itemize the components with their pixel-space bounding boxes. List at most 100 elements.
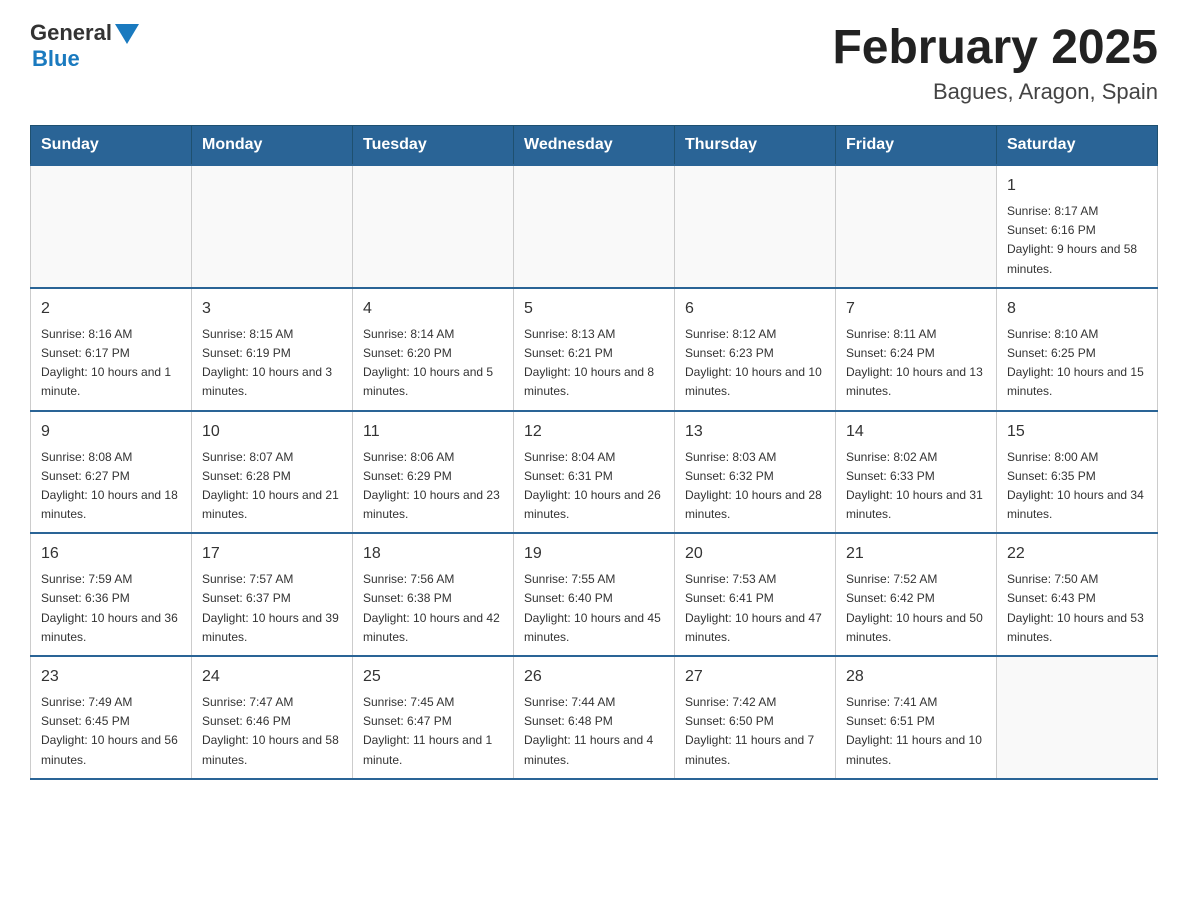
calendar-cell: 18 Sunrise: 7:56 AM Sunset: 6:38 PM Dayli… xyxy=(353,533,514,656)
day-info: Sunrise: 7:44 AM Sunset: 6:48 PM Dayligh… xyxy=(524,693,664,770)
calendar-cell: 12Sunrise: 8:04 AM Sunset: 6:31 PM Dayli… xyxy=(514,411,675,534)
day-info: Sunrise: 8:17 AM Sunset: 6:16 PM Dayligh… xyxy=(1007,202,1147,279)
weekday-header-monday: Monday xyxy=(192,126,353,166)
weekday-header-thursday: Thursday xyxy=(675,126,836,166)
calendar-cell: 24 Sunrise: 7:47 AM Sunset: 6:46 PM Dayli… xyxy=(192,656,353,779)
week-row-5: 23Sunrise: 7:49 AM Sunset: 6:45 PM Dayli… xyxy=(31,656,1158,779)
calendar-cell: 14 Sunrise: 8:02 AM Sunset: 6:33 PM Dayli… xyxy=(836,411,997,534)
calendar-cell xyxy=(353,165,514,288)
calendar-cell xyxy=(997,656,1158,779)
calendar-cell: 17 Sunrise: 7:57 AM Sunset: 6:37 PM Dayli… xyxy=(192,533,353,656)
day-number: 15 xyxy=(1007,420,1147,444)
day-info: Sunrise: 8:06 AM Sunset: 6:29 PM Dayligh… xyxy=(363,448,503,525)
weekday-header-sunday: Sunday xyxy=(31,126,192,166)
calendar-cell: 25 Sunrise: 7:45 AM Sunset: 6:47 PM Dayli… xyxy=(353,656,514,779)
calendar-cell xyxy=(514,165,675,288)
day-number: 19 xyxy=(524,542,664,566)
calendar-cell: 3 Sunrise: 8:15 AM Sunset: 6:19 PM Daylig… xyxy=(192,288,353,411)
logo-general-text: General xyxy=(30,20,112,46)
day-number: 10 xyxy=(202,420,342,444)
weekday-header-wednesday: Wednesday xyxy=(514,126,675,166)
calendar-cell: 1 Sunrise: 8:17 AM Sunset: 6:16 PM Daylig… xyxy=(997,165,1158,288)
day-number: 5 xyxy=(524,297,664,321)
day-number: 12 xyxy=(524,420,664,444)
day-info: Sunrise: 8:15 AM Sunset: 6:19 PM Dayligh… xyxy=(202,325,342,402)
day-info: Sunrise: 7:53 AM Sunset: 6:41 PM Dayligh… xyxy=(685,570,825,647)
calendar-cell xyxy=(31,165,192,288)
day-info: Sunrise: 8:12 AM Sunset: 6:23 PM Dayligh… xyxy=(685,325,825,402)
week-row-2: 2 Sunrise: 8:16 AM Sunset: 6:17 PM Daylig… xyxy=(31,288,1158,411)
day-info: Sunrise: 7:41 AM Sunset: 6:51 PM Dayligh… xyxy=(846,693,986,770)
day-number: 26 xyxy=(524,665,664,689)
calendar-cell: 5 Sunrise: 8:13 AM Sunset: 6:21 PM Daylig… xyxy=(514,288,675,411)
day-info: Sunrise: 7:50 AM Sunset: 6:43 PM Dayligh… xyxy=(1007,570,1147,647)
calendar-cell: 16 Sunrise: 7:59 AM Sunset: 6:36 PM Dayli… xyxy=(31,533,192,656)
day-number: 21 xyxy=(846,542,986,566)
calendar-cell: 8 Sunrise: 8:10 AM Sunset: 6:25 PM Daylig… xyxy=(997,288,1158,411)
day-info: Sunrise: 7:42 AM Sunset: 6:50 PM Dayligh… xyxy=(685,693,825,770)
calendar-cell xyxy=(836,165,997,288)
day-number: 16 xyxy=(41,542,181,566)
day-number: 9 xyxy=(41,420,181,444)
weekday-header-saturday: Saturday xyxy=(997,126,1158,166)
day-info: Sunrise: 8:07 AM Sunset: 6:28 PM Dayligh… xyxy=(202,448,342,525)
day-number: 25 xyxy=(363,665,503,689)
page-header: General Blue February 2025 Bagues, Arago… xyxy=(30,20,1158,105)
calendar-cell: 23Sunrise: 7:49 AM Sunset: 6:45 PM Dayli… xyxy=(31,656,192,779)
calendar-cell: 13Sunrise: 8:03 AM Sunset: 6:32 PM Dayli… xyxy=(675,411,836,534)
day-info: Sunrise: 7:59 AM Sunset: 6:36 PM Dayligh… xyxy=(41,570,181,647)
day-info: Sunrise: 7:47 AM Sunset: 6:46 PM Dayligh… xyxy=(202,693,342,770)
logo-triangle-icon xyxy=(115,24,139,44)
day-info: Sunrise: 7:45 AM Sunset: 6:47 PM Dayligh… xyxy=(363,693,503,770)
calendar-cell: 26 Sunrise: 7:44 AM Sunset: 6:48 PM Dayli… xyxy=(514,656,675,779)
day-info: Sunrise: 7:49 AM Sunset: 6:45 PM Dayligh… xyxy=(41,693,181,770)
calendar-cell: 27 Sunrise: 7:42 AM Sunset: 6:50 PM Dayli… xyxy=(675,656,836,779)
calendar-cell: 28 Sunrise: 7:41 AM Sunset: 6:51 PM Dayli… xyxy=(836,656,997,779)
day-number: 4 xyxy=(363,297,503,321)
day-info: Sunrise: 8:02 AM Sunset: 6:33 PM Dayligh… xyxy=(846,448,986,525)
day-number: 24 xyxy=(202,665,342,689)
calendar-cell: 9 Sunrise: 8:08 AM Sunset: 6:27 PM Daylig… xyxy=(31,411,192,534)
title-block: February 2025 Bagues, Aragon, Spain xyxy=(832,20,1158,105)
day-info: Sunrise: 8:00 AM Sunset: 6:35 PM Dayligh… xyxy=(1007,448,1147,525)
calendar-cell: 22 Sunrise: 7:50 AM Sunset: 6:43 PM Dayli… xyxy=(997,533,1158,656)
day-info: Sunrise: 8:14 AM Sunset: 6:20 PM Dayligh… xyxy=(363,325,503,402)
day-info: Sunrise: 7:56 AM Sunset: 6:38 PM Dayligh… xyxy=(363,570,503,647)
day-number: 3 xyxy=(202,297,342,321)
week-row-1: 1 Sunrise: 8:17 AM Sunset: 6:16 PM Daylig… xyxy=(31,165,1158,288)
day-number: 14 xyxy=(846,420,986,444)
day-info: Sunrise: 7:55 AM Sunset: 6:40 PM Dayligh… xyxy=(524,570,664,647)
calendar-table: SundayMondayTuesdayWednesdayThursdayFrid… xyxy=(30,125,1158,780)
calendar-cell: 7Sunrise: 8:11 AM Sunset: 6:24 PM Daylig… xyxy=(836,288,997,411)
day-number: 8 xyxy=(1007,297,1147,321)
day-number: 17 xyxy=(202,542,342,566)
weekday-header-friday: Friday xyxy=(836,126,997,166)
day-number: 1 xyxy=(1007,174,1147,198)
day-number: 22 xyxy=(1007,542,1147,566)
calendar-cell: 10 Sunrise: 8:07 AM Sunset: 6:28 PM Dayli… xyxy=(192,411,353,534)
day-info: Sunrise: 8:16 AM Sunset: 6:17 PM Dayligh… xyxy=(41,325,181,402)
day-number: 2 xyxy=(41,297,181,321)
day-info: Sunrise: 8:13 AM Sunset: 6:21 PM Dayligh… xyxy=(524,325,664,402)
logo: General Blue xyxy=(30,20,139,72)
calendar-cell: 15 Sunrise: 8:00 AM Sunset: 6:35 PM Dayli… xyxy=(997,411,1158,534)
weekday-header-tuesday: Tuesday xyxy=(353,126,514,166)
calendar-cell xyxy=(192,165,353,288)
day-info: Sunrise: 7:52 AM Sunset: 6:42 PM Dayligh… xyxy=(846,570,986,647)
week-row-3: 9 Sunrise: 8:08 AM Sunset: 6:27 PM Daylig… xyxy=(31,411,1158,534)
day-info: Sunrise: 7:57 AM Sunset: 6:37 PM Dayligh… xyxy=(202,570,342,647)
day-info: Sunrise: 8:11 AM Sunset: 6:24 PM Dayligh… xyxy=(846,325,986,402)
day-number: 6 xyxy=(685,297,825,321)
day-number: 28 xyxy=(846,665,986,689)
month-title: February 2025 xyxy=(832,20,1158,75)
calendar-cell: 11 Sunrise: 8:06 AM Sunset: 6:29 PM Dayli… xyxy=(353,411,514,534)
day-info: Sunrise: 8:10 AM Sunset: 6:25 PM Dayligh… xyxy=(1007,325,1147,402)
day-number: 18 xyxy=(363,542,503,566)
calendar-cell: 20Sunrise: 7:53 AM Sunset: 6:41 PM Dayli… xyxy=(675,533,836,656)
day-info: Sunrise: 8:08 AM Sunset: 6:27 PM Dayligh… xyxy=(41,448,181,525)
day-number: 27 xyxy=(685,665,825,689)
calendar-cell: 19 Sunrise: 7:55 AM Sunset: 6:40 PM Dayli… xyxy=(514,533,675,656)
day-number: 11 xyxy=(363,420,503,444)
calendar-cell: 4 Sunrise: 8:14 AM Sunset: 6:20 PM Daylig… xyxy=(353,288,514,411)
calendar-cell: 2 Sunrise: 8:16 AM Sunset: 6:17 PM Daylig… xyxy=(31,288,192,411)
